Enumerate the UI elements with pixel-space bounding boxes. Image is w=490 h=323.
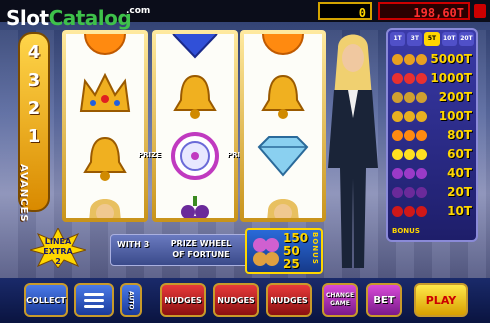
logo-com: .com <box>126 6 151 16</box>
paytable-row: 60T <box>392 145 472 163</box>
reel-2 <box>152 30 238 222</box>
paytable-bonus-label: BONUS <box>392 227 420 235</box>
orange-icon <box>66 34 144 64</box>
paytable-row: 100T <box>392 107 472 125</box>
menu-icon <box>84 292 104 308</box>
avances-label: AVANCES <box>18 164 29 223</box>
auto-button[interactable]: AUTO <box>120 283 142 317</box>
paytable-value: 200T <box>438 90 472 104</box>
character-woman <box>328 34 378 268</box>
prize-wheel-banner: WITH 3 PRIZE WHEEL OF FORTUNE <box>110 234 252 266</box>
bonus-value: 25 <box>283 257 300 271</box>
linea-line2: EXTRA <box>43 247 73 256</box>
prize-wheel-with: WITH 3 <box>117 240 150 249</box>
plum-icon <box>392 167 432 179</box>
avance-number: 3 <box>27 70 41 91</box>
reel-1 <box>62 30 148 222</box>
orange-icon <box>244 34 322 64</box>
paytable-value: 20T <box>447 185 472 199</box>
nudges-button-2[interactable]: NUDGES <box>213 283 259 317</box>
avance-number: 2 <box>27 98 41 119</box>
paytable-tab[interactable]: 10T <box>441 32 457 46</box>
paytable-row: 20T <box>392 183 472 201</box>
change-game-button[interactable]: CHANGE GAME <box>322 283 358 317</box>
paytable-tab[interactable]: 3T <box>407 32 423 46</box>
prize-wheel-line1: PRIZE WHEEL <box>170 239 232 248</box>
avance-number: 4 <box>27 42 41 63</box>
linea-num: 2 <box>55 257 61 266</box>
paytable-row: 40T <box>392 164 472 182</box>
bell-icon <box>392 110 432 122</box>
avance-number: 1 <box>27 126 41 147</box>
grapes-icon <box>156 184 234 218</box>
linea-line1: LINEA <box>45 237 72 246</box>
avances-panel: 4 3 2 1 AVANCES <box>18 32 50 223</box>
paytable-row: 10T <box>392 202 472 220</box>
paytable: 1T 3T 5T 10T 20T 5000T 1000T 200T 100T 80T 60… <box>386 28 478 242</box>
nudges-button-1[interactable]: NUDGES <box>160 283 206 317</box>
paytable-value: 100T <box>438 109 472 123</box>
prize-wheel-text: PRIZE WHEEL OF FORTUNE <box>155 238 247 260</box>
crown-icon <box>392 53 430 65</box>
paytable-row: 80T <box>392 126 472 144</box>
reel-3 <box>240 30 326 222</box>
bar-icon <box>392 91 432 103</box>
bet-button[interactable]: BET <box>366 283 402 317</box>
info-icon[interactable] <box>474 4 486 18</box>
menu-button[interactable] <box>74 283 114 317</box>
paytable-tabs: 1T 3T 5T 10T 20T <box>390 32 475 46</box>
prize-wheel-icon <box>156 126 234 186</box>
grapes-icon <box>392 186 432 198</box>
paytable-value: 5000T <box>430 52 472 66</box>
woman-icon <box>66 186 144 218</box>
bonus-faces-icon <box>253 238 279 266</box>
bonus-values: 150 50 25 <box>283 232 308 271</box>
paytable-row: 5000T <box>392 50 472 68</box>
paytable-row: 1000T <box>392 69 472 87</box>
lemon-icon <box>392 148 432 160</box>
bonus-panel: 150 50 25 BONUS <box>245 228 323 274</box>
prize-wheel-line2: OF FORTUNE <box>172 250 230 259</box>
bet-display: 0 <box>318 2 372 20</box>
prize-label: PRIZE <box>138 151 161 159</box>
collect-button[interactable]: COLLECT <box>24 283 68 317</box>
linea-extra-badge: LINEA EXTRA 2 <box>30 228 86 268</box>
diamond-icon <box>244 126 322 186</box>
paytable-value: 40T <box>447 166 472 180</box>
play-button[interactable]: PLAY <box>414 283 468 317</box>
cash-display: 198,60T <box>378 2 470 20</box>
paytable-value: 60T <box>447 147 472 161</box>
paytable-value: 1000T <box>430 71 472 85</box>
logo: SlotCatalog <box>6 6 132 30</box>
paytable-value: 80T <box>447 128 472 142</box>
paytable-value: 10T <box>447 204 472 218</box>
paytable-row: 200T <box>392 88 472 106</box>
paytable-tab[interactable]: 1T <box>390 32 406 46</box>
paytable-tab[interactable]: 20T <box>458 32 475 46</box>
bell-icon <box>66 128 144 188</box>
cherry-icon <box>392 205 432 217</box>
nudges-button-3[interactable]: NUDGES <box>266 283 312 317</box>
paytable-tab[interactable]: 5T <box>424 32 440 46</box>
orange-icon <box>392 129 432 141</box>
woman-icon <box>244 186 322 218</box>
crown-icon <box>66 64 144 124</box>
seven-icon <box>392 72 430 84</box>
bell-icon <box>244 66 322 126</box>
heart-bonus-icon <box>156 34 234 68</box>
bell-icon <box>156 66 234 126</box>
bonus-word: BONUS <box>311 232 319 265</box>
